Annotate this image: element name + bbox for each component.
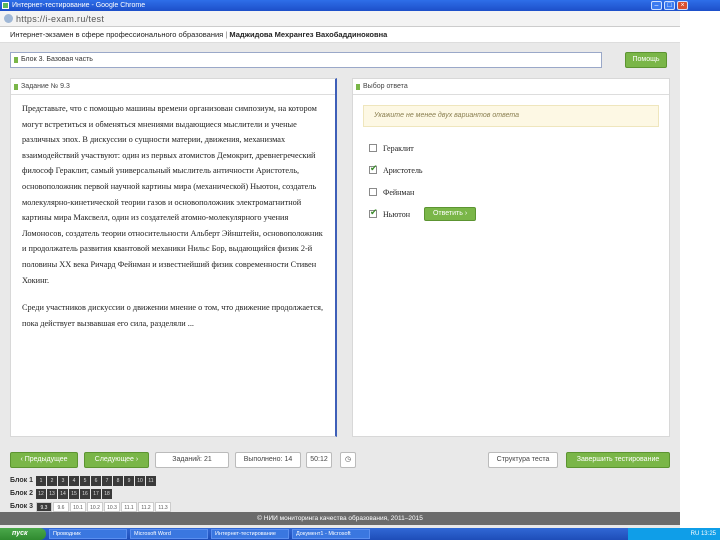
answer-marker-icon	[356, 84, 360, 90]
block-bar: Блок 3. Базовая часть	[10, 52, 602, 68]
footer: © НИИ мониторинга качества образования, …	[0, 512, 680, 525]
start-button[interactable]: пуск	[0, 528, 46, 540]
task-cell[interactable]: 5	[80, 475, 90, 486]
finish-test-button[interactable]: Завершить тестирование	[566, 452, 670, 468]
minimize-button[interactable]: –	[651, 1, 662, 10]
system-tray-clock: RU 13:25	[628, 528, 720, 540]
task-number: Задание № 9.3	[21, 83, 70, 90]
task-cell[interactable]: 7	[102, 475, 112, 486]
browser-app-icon	[2, 2, 9, 9]
option-checkbox-heraclitus[interactable]	[369, 144, 377, 152]
task-cell[interactable]: 11	[146, 475, 156, 486]
option-checkbox-aristotle[interactable]	[369, 163, 378, 174]
url-text[interactable]: https://i-exam.ru/test	[16, 14, 104, 24]
task-cell[interactable]: 9.6	[53, 501, 69, 512]
option-label-heraclitus[interactable]: Гераклит	[383, 144, 414, 153]
option-label-feynman[interactable]: Фейнман	[383, 188, 414, 197]
task-cell[interactable]: 6	[91, 475, 101, 486]
page-header: Интернет-экзамен в сфере профессионально…	[0, 27, 680, 43]
task-cell[interactable]: 11.3	[155, 501, 171, 512]
answer-panel: Выбор ответа Укажите не менее двух вариа…	[352, 78, 670, 437]
window-title-bar: Интернет-тестирование - Google Chrome – …	[0, 0, 720, 11]
task-cell[interactable]: 12	[36, 488, 46, 499]
next-button[interactable]: Следующее ›	[84, 452, 149, 468]
block-label: Блок 1	[10, 477, 34, 484]
timer: 50:12	[306, 452, 332, 468]
block-row-2: Блок 2 12 13 14 15 16 17 18	[10, 487, 172, 500]
task-cell[interactable]: 10	[135, 475, 145, 486]
student-name: Маджидова Мехрангез Вахобаддиноковна	[229, 30, 388, 39]
task-cell[interactable]: 9.3	[36, 501, 52, 512]
help-button[interactable]: Помощь	[625, 52, 667, 68]
taskbar-item[interactable]: Проводник	[49, 529, 127, 539]
clock-icon[interactable]: ◷	[340, 452, 356, 468]
option-row-aristotle[interactable]: Аристотель	[369, 159, 669, 181]
next-label: Следующее	[94, 456, 134, 463]
task-cell[interactable]: 10.1	[70, 501, 86, 512]
block-row-1: Блок 1 1 2 3 4 5 6 7 8 9 10 11	[10, 474, 172, 487]
task-cell[interactable]: 14	[58, 488, 68, 499]
block-title: Блок 3. Базовая часть	[21, 56, 93, 63]
answered-counter: Выполнено: 14	[235, 452, 301, 468]
task-cell[interactable]: 18	[102, 488, 112, 499]
block-marker-icon	[14, 57, 18, 63]
option-label-newton[interactable]: Ньютон	[383, 210, 410, 219]
submit-answer-label: Ответить	[432, 210, 463, 217]
answer-options: Гераклит Аристотель Фейнман Ньютон Ответ…	[353, 127, 669, 225]
answer-panel-header: Выбор ответа	[353, 79, 669, 95]
task-cell[interactable]: 11.1	[121, 501, 137, 512]
task-cell[interactable]: 2	[47, 475, 57, 486]
block-navigator: Блок 1 1 2 3 4 5 6 7 8 9 10 11 Блок 2 12 13 14 15 16 17…	[10, 474, 172, 513]
address-bar[interactable]: https://i-exam.ru/test	[0, 11, 680, 27]
answer-panel-title: Выбор ответа	[363, 83, 408, 90]
window-right-edge	[680, 11, 720, 529]
task-cell[interactable]: 4	[69, 475, 79, 486]
option-label-aristotle[interactable]: Аристотель	[383, 166, 423, 175]
maximize-button[interactable]: □	[664, 1, 675, 10]
test-structure-button[interactable]: Структура теста	[488, 452, 558, 468]
block-label: Блок 3	[10, 503, 34, 510]
task-cell[interactable]: 3	[58, 475, 68, 486]
task-cell[interactable]: 10.2	[87, 501, 103, 512]
prev-label: Предыдущее	[24, 456, 68, 463]
block-cells: 12 13 14 15 16 17 18	[36, 488, 113, 499]
task-cell[interactable]: 16	[80, 488, 90, 499]
os-taskbar: пуск Проводник Microsoft Word Интернет-т…	[0, 528, 720, 540]
task-counter: Заданий: 21	[155, 452, 229, 468]
task-marker-icon	[14, 84, 18, 90]
option-row-heraclitus[interactable]: Гераклит	[369, 137, 669, 159]
block-cells: 1 2 3 4 5 6 7 8 9 10 11	[36, 475, 157, 486]
task-cell[interactable]: 17	[91, 488, 101, 499]
task-panel: Задание № 9.3 Представьте, что с помощью…	[10, 78, 337, 437]
answer-notice: Укажите не менее двух вариантов ответа	[363, 105, 659, 127]
task-text: Представьте, что с помощью машины времен…	[11, 95, 335, 331]
task-panel-header: Задание № 9.3	[11, 79, 335, 95]
submit-answer-button[interactable]: Ответить ›	[423, 207, 477, 221]
taskbar-item[interactable]: Microsoft Word	[130, 529, 208, 539]
globe-icon	[4, 14, 13, 23]
task-cell[interactable]: 8	[113, 475, 123, 486]
window-title: Интернет-тестирование - Google Chrome	[12, 2, 146, 9]
task-cell[interactable]: 11.2	[138, 501, 154, 512]
header-separator: |	[225, 30, 228, 39]
block-label: Блок 2	[10, 490, 34, 497]
task-paragraph: Представьте, что с помощью машины времен…	[22, 104, 323, 285]
option-row-feynman[interactable]: Фейнман	[369, 181, 669, 203]
option-row-newton[interactable]: Ньютон Ответить ›	[369, 203, 669, 225]
prev-button[interactable]: ‹ Предыдущее	[10, 452, 78, 468]
task-cell[interactable]: 1	[36, 475, 46, 486]
task-cell[interactable]: 13	[47, 488, 57, 499]
close-button[interactable]: ×	[677, 1, 688, 10]
taskbar-item[interactable]: Документ1 - Microsoft	[292, 529, 370, 539]
program-title: Интернет-экзамен в сфере профессионально…	[10, 30, 224, 39]
option-checkbox-newton[interactable]	[369, 207, 378, 218]
task-cell[interactable]: 15	[69, 488, 79, 499]
task-cell[interactable]: 10.3	[104, 501, 120, 512]
taskbar-item[interactable]: Интернет-тестирование	[211, 529, 289, 539]
task-cell[interactable]: 9	[124, 475, 134, 486]
option-checkbox-feynman[interactable]	[369, 188, 377, 196]
task-question: Среди участников дискуссии о движении мн…	[22, 303, 324, 328]
block-cells: 9.3 9.6 10.1 10.2 10.3 11.1 11.2 11.3	[36, 501, 172, 512]
